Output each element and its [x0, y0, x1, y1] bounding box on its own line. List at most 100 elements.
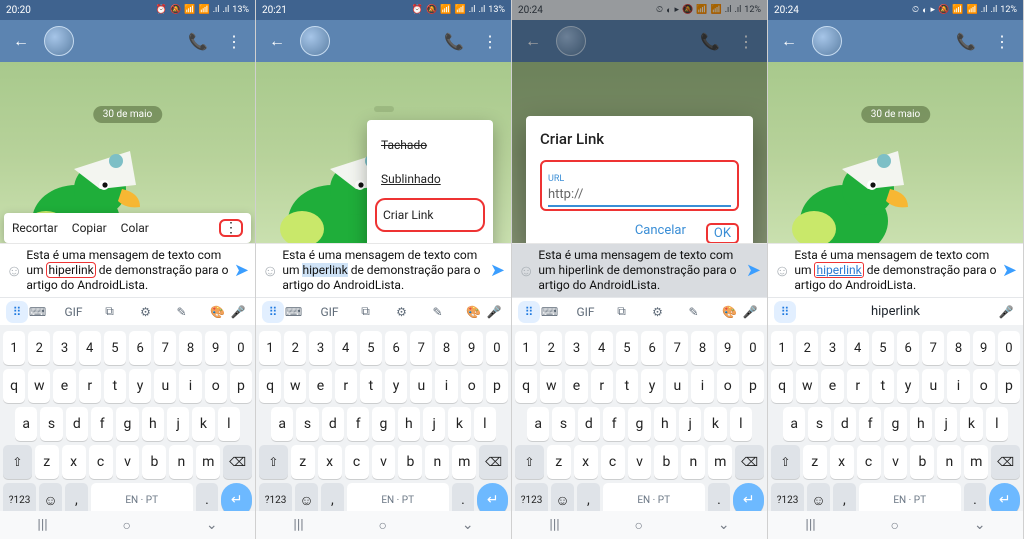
key-k[interactable]: k: [192, 407, 214, 441]
dialog-ok-button[interactable]: OK: [706, 223, 739, 244]
key-⌫[interactable]: ⌫: [479, 445, 508, 479]
mic-icon[interactable]: 🎤: [739, 301, 761, 323]
menu-strikethrough[interactable]: Tachado: [367, 128, 493, 162]
gif-icon[interactable]: GIF: [319, 301, 341, 323]
key-d[interactable]: d: [834, 407, 856, 441]
key-u[interactable]: u: [410, 369, 432, 403]
key-9[interactable]: 9: [717, 331, 739, 365]
gif-icon[interactable]: GIF: [63, 301, 85, 323]
nav-back[interactable]: ⌄: [206, 517, 218, 533]
key-f[interactable]: f: [91, 407, 113, 441]
key-h[interactable]: h: [910, 407, 932, 441]
ctx-overflow-button[interactable]: ⋮: [219, 219, 243, 237]
key-9[interactable]: 9: [973, 331, 995, 365]
pen-icon[interactable]: ✎: [171, 301, 193, 323]
key-4[interactable]: 4: [847, 331, 869, 365]
send-button[interactable]: ➤: [1002, 260, 1017, 281]
key-x[interactable]: x: [318, 445, 342, 479]
key-m[interactable]: m: [196, 445, 220, 479]
key-i[interactable]: i: [179, 369, 201, 403]
mic-icon[interactable]: 🎤: [227, 301, 249, 323]
palette-icon[interactable]: 🎨: [463, 301, 485, 323]
key-b[interactable]: b: [654, 445, 678, 479]
nav-recent[interactable]: |||: [549, 517, 559, 533]
pen-icon[interactable]: ✎: [683, 301, 705, 323]
key-m[interactable]: m: [708, 445, 732, 479]
back-button[interactable]: ←: [8, 28, 34, 54]
mic-icon[interactable]: 🎤: [995, 301, 1017, 323]
key-5[interactable]: 5: [872, 331, 894, 365]
key-2[interactable]: 2: [796, 331, 818, 365]
compose-area[interactable]: ☺ Esta é uma mensagem de texto com um hi…: [256, 243, 511, 297]
key-4[interactable]: 4: [79, 331, 101, 365]
key-l[interactable]: l: [218, 407, 240, 441]
hyperlink-word[interactable]: hiperlink: [814, 262, 863, 278]
back-button[interactable]: ←: [264, 28, 290, 54]
kbswitch-icon[interactable]: ⌨: [283, 301, 305, 323]
key-⌫[interactable]: ⌫: [223, 445, 252, 479]
key-s[interactable]: s: [296, 407, 318, 441]
key-1[interactable]: 1: [771, 331, 793, 365]
avatar[interactable]: [300, 26, 330, 56]
key-v[interactable]: v: [884, 445, 908, 479]
compose-area[interactable]: ☺ Esta é uma mensagem de texto com um hi…: [0, 243, 255, 297]
selected-word[interactable]: hiperlink: [302, 263, 347, 277]
pen-icon[interactable]: ✎: [427, 301, 449, 323]
key-h[interactable]: h: [142, 407, 164, 441]
key-z[interactable]: z: [803, 445, 827, 479]
key-i[interactable]: i: [435, 369, 457, 403]
settings-icon[interactable]: ⚙: [135, 301, 157, 323]
more-button[interactable]: ⋮: [989, 28, 1015, 54]
keyboard-suggestion[interactable]: hiperlink: [871, 304, 920, 319]
clip-icon[interactable]: ⧉: [99, 301, 121, 323]
key-8[interactable]: 8: [179, 331, 201, 365]
key-5[interactable]: 5: [616, 331, 638, 365]
more-button[interactable]: ⋮: [477, 28, 503, 54]
key-2[interactable]: 2: [540, 331, 562, 365]
key-o[interactable]: o: [205, 369, 227, 403]
key-2[interactable]: 2: [28, 331, 50, 365]
key-a[interactable]: a: [271, 407, 293, 441]
key-m[interactable]: m: [452, 445, 476, 479]
key-w[interactable]: w: [284, 369, 306, 403]
key-w[interactable]: w: [796, 369, 818, 403]
key-g[interactable]: g: [628, 407, 650, 441]
chat-area[interactable]: 30 de maio 21:05 ✓: [768, 62, 1023, 269]
send-button[interactable]: ➤: [234, 260, 249, 281]
key-l[interactable]: l: [474, 407, 496, 441]
key-1[interactable]: 1: [3, 331, 25, 365]
key-n[interactable]: n: [425, 445, 449, 479]
key-c[interactable]: c: [857, 445, 881, 479]
key-p[interactable]: p: [742, 369, 764, 403]
key-e[interactable]: e: [565, 369, 587, 403]
ctx-copy[interactable]: Copiar: [72, 221, 107, 235]
key-z[interactable]: z: [547, 445, 571, 479]
key-f[interactable]: f: [859, 407, 881, 441]
key-b[interactable]: b: [142, 445, 166, 479]
emoji-button[interactable]: ☺: [262, 261, 278, 281]
nav-back[interactable]: ⌄: [718, 517, 730, 533]
nav-back[interactable]: ⌄: [974, 517, 986, 533]
key-v[interactable]: v: [116, 445, 140, 479]
key-m[interactable]: m: [964, 445, 988, 479]
call-button[interactable]: 📞: [441, 28, 467, 54]
key-2[interactable]: 2: [284, 331, 306, 365]
key-6[interactable]: 6: [897, 331, 919, 365]
settings-icon[interactable]: ⚙: [391, 301, 413, 323]
key-f[interactable]: f: [603, 407, 625, 441]
apps-icon[interactable]: ⠿: [774, 301, 796, 323]
key-8[interactable]: 8: [435, 331, 457, 365]
key-⌫[interactable]: ⌫: [991, 445, 1020, 479]
ctx-cut[interactable]: Recortar: [12, 221, 58, 235]
key-y[interactable]: y: [129, 369, 151, 403]
key-t[interactable]: t: [104, 369, 126, 403]
key-8[interactable]: 8: [947, 331, 969, 365]
key-l[interactable]: l: [986, 407, 1008, 441]
key-q[interactable]: q: [3, 369, 25, 403]
key-y[interactable]: y: [897, 369, 919, 403]
ctx-paste[interactable]: Colar: [121, 221, 149, 235]
nav-recent[interactable]: |||: [293, 517, 303, 533]
nav-home[interactable]: ○: [123, 517, 131, 534]
settings-icon[interactable]: ⚙: [647, 301, 669, 323]
apps-icon[interactable]: ⠿: [262, 301, 284, 323]
